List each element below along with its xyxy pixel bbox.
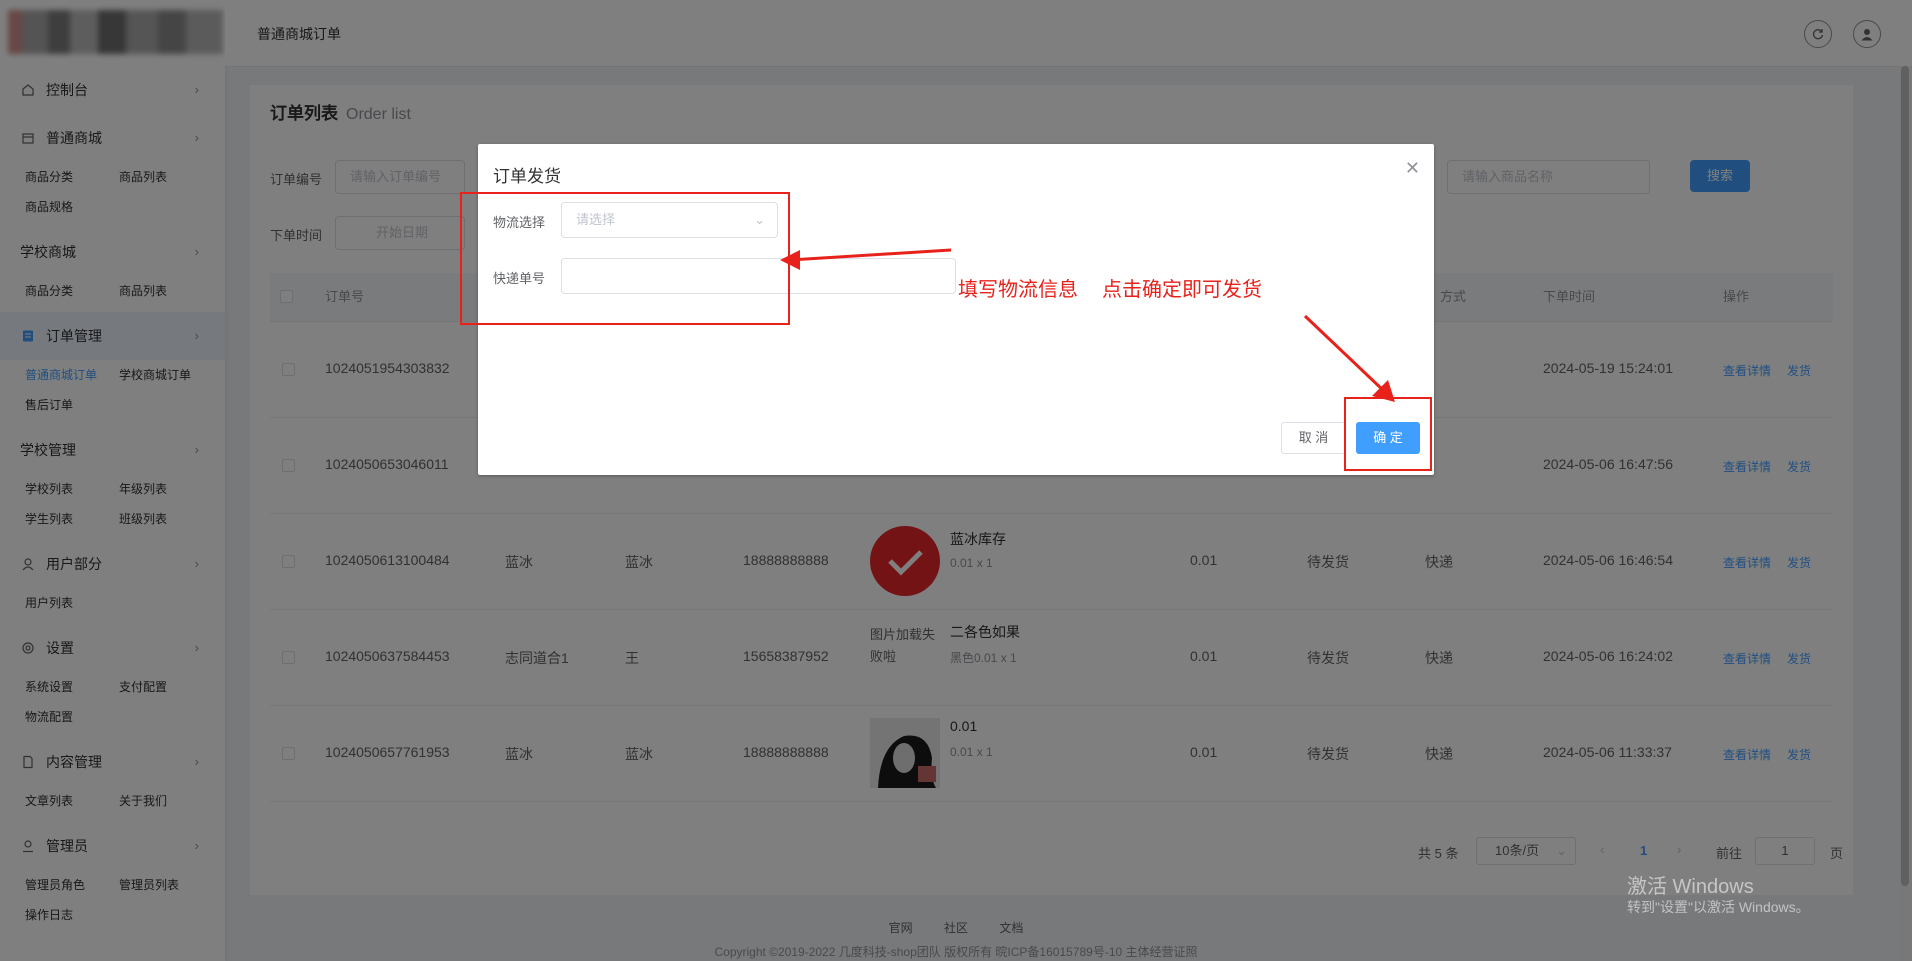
annotation-arrows bbox=[780, 248, 1395, 402]
annotation-text-fill-info: 填写物流信息 bbox=[958, 279, 1078, 301]
windows-watermark-title: 激活 Windows bbox=[1627, 876, 1754, 898]
annotation-text-click-confirm: 点击确定即可发货 bbox=[1102, 279, 1262, 301]
windows-watermark-subtitle: 转到"设置"以激活 Windows。 bbox=[1627, 899, 1810, 915]
